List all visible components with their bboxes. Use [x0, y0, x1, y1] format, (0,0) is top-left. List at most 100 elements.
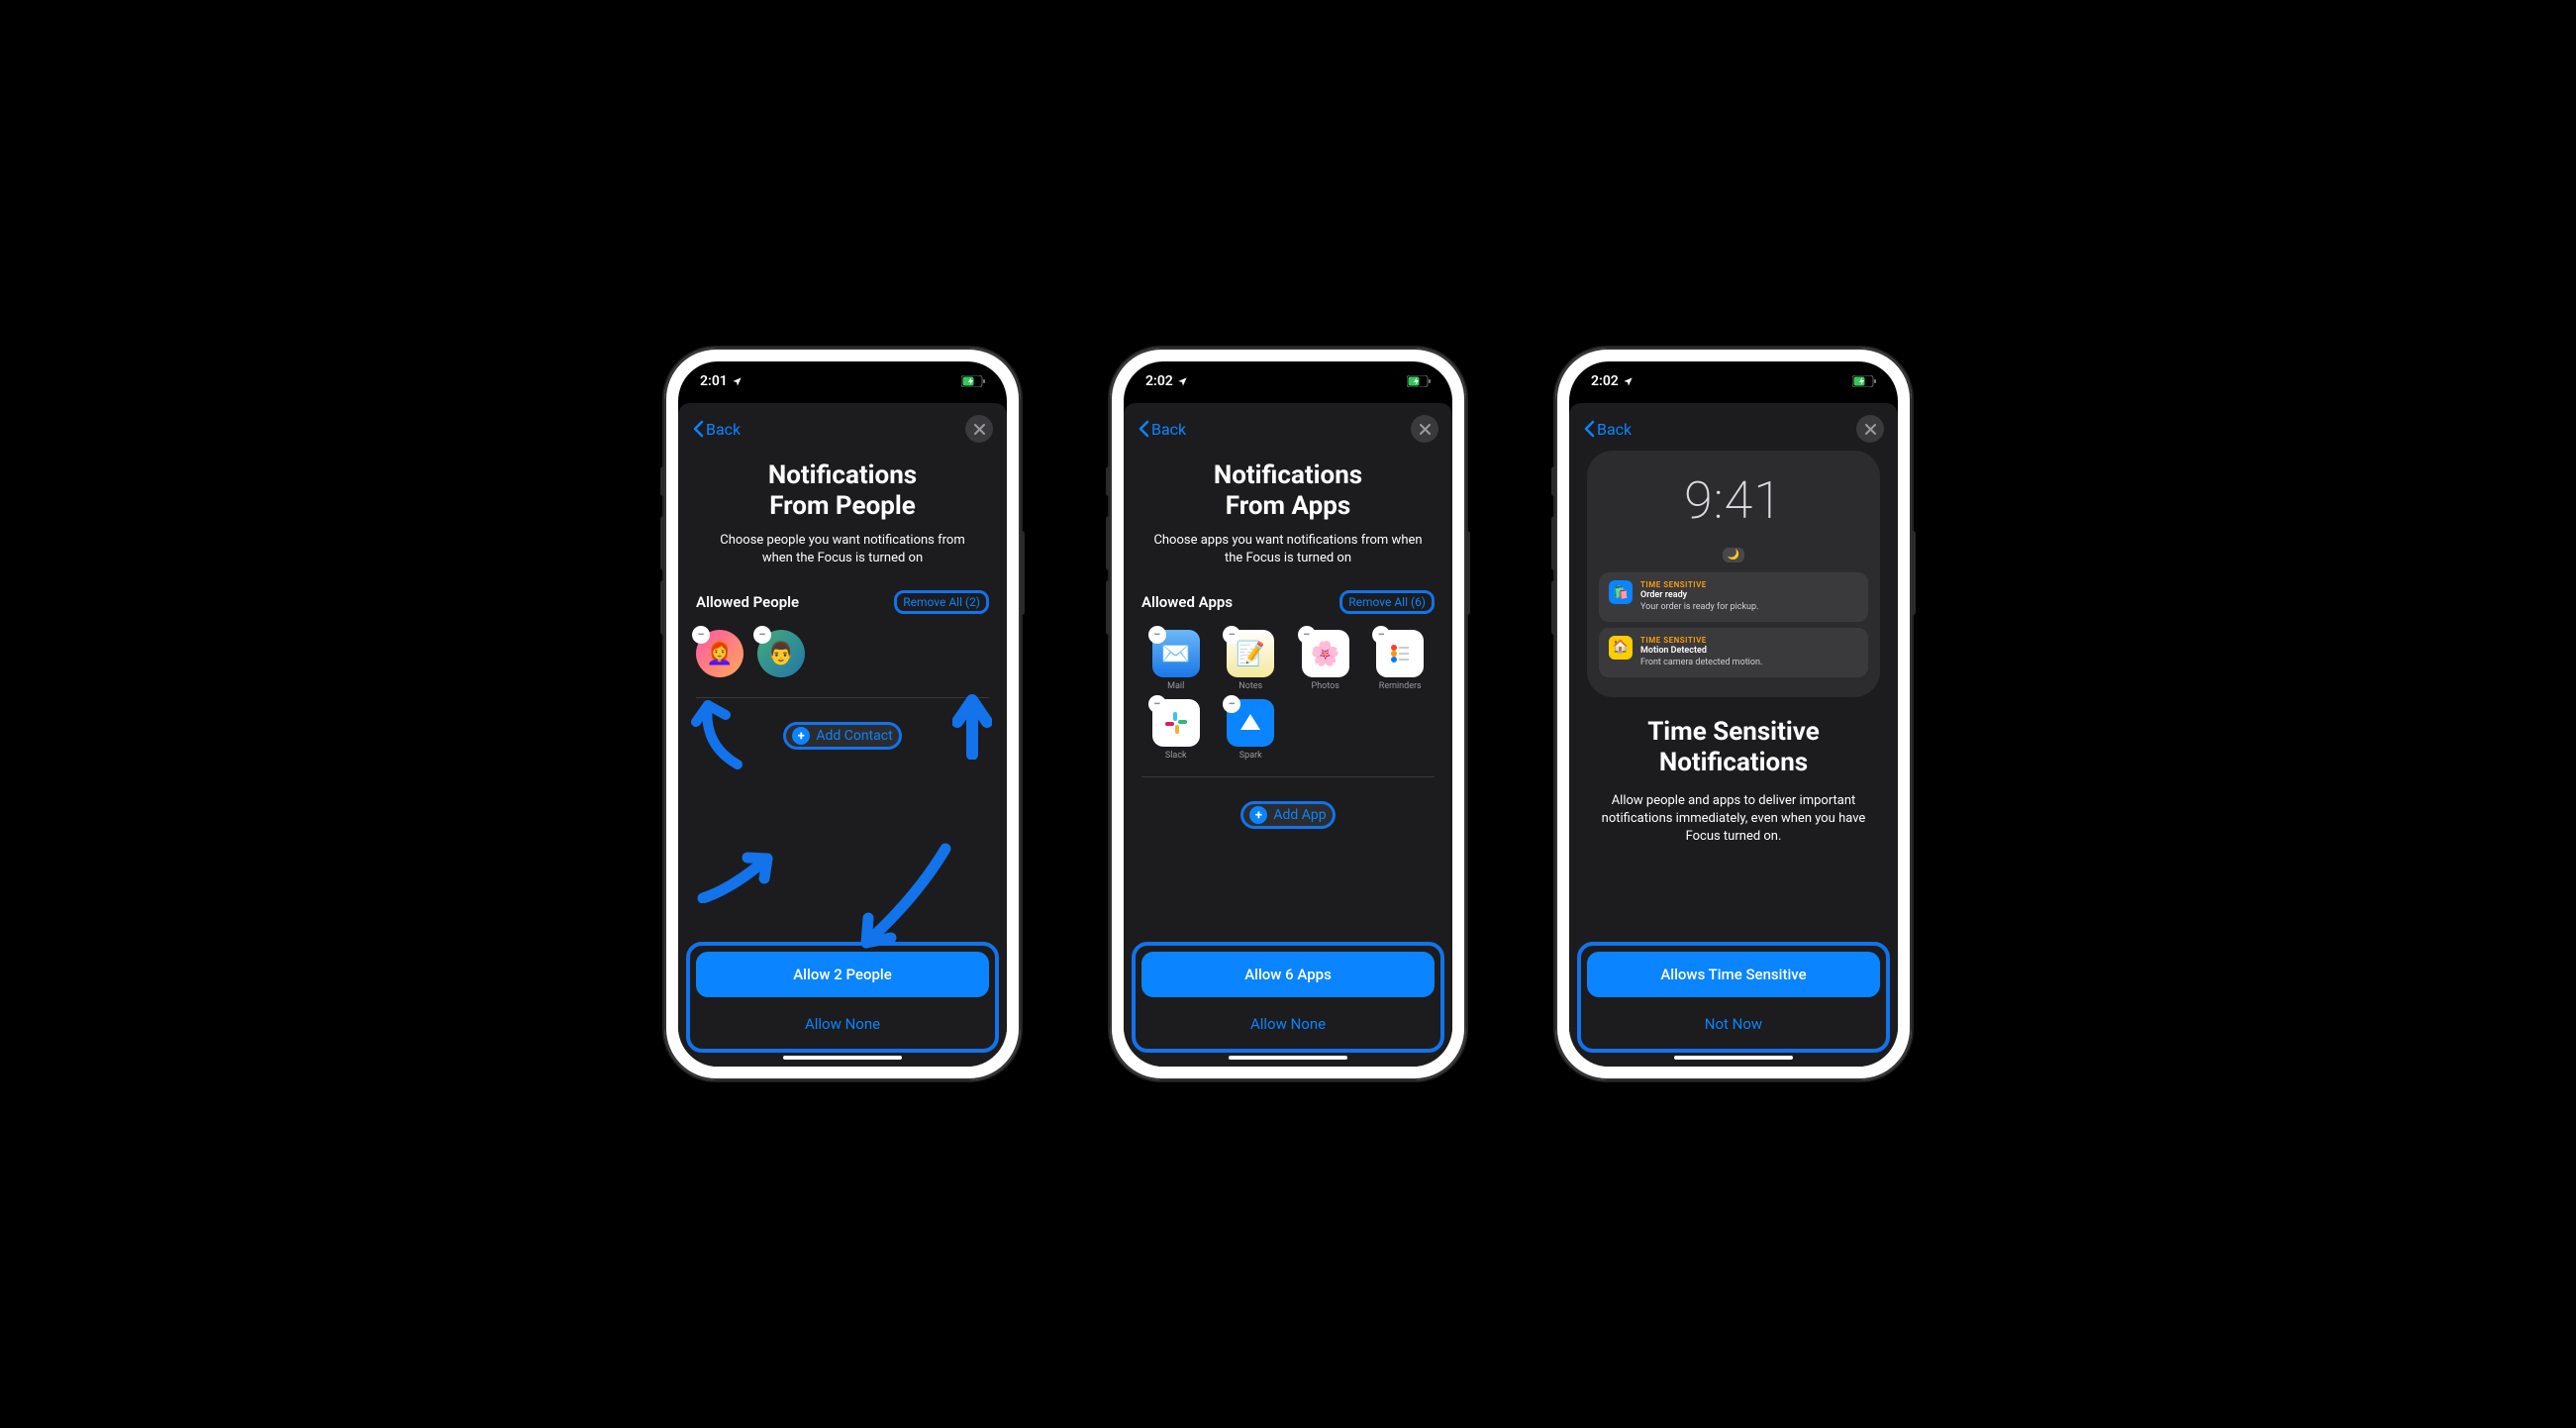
app-label: Spark — [1217, 751, 1286, 761]
chevron-left-icon — [1583, 420, 1595, 438]
battery-icon — [1407, 375, 1431, 387]
noti-text: Your order is ready for pickup. — [1640, 602, 1858, 614]
mail-icon: ✉️− — [1152, 630, 1200, 677]
close-button[interactable] — [1856, 415, 1884, 443]
noti-title: Order ready — [1640, 590, 1858, 602]
screen: 2:02 Back 9:41 — [1569, 361, 1898, 1067]
close-icon — [974, 424, 985, 435]
remove-all-button[interactable]: Remove All (2) — [894, 590, 989, 614]
person-item[interactable]: 👩‍🦰 − — [696, 630, 743, 677]
page-subtitle: Choose people you want notifications fro… — [696, 532, 989, 566]
preview-notification: 🛍️ TIME SENSITIVE Order ready Your order… — [1599, 572, 1868, 622]
focus-pill-icon: 🌙 — [1599, 543, 1868, 562]
allowed-people-grid: 👩‍🦰 − 👨 − — [696, 626, 989, 698]
phone-mockup-timesensitive: 2:02 Back 9:41 — [1555, 348, 1912, 1080]
location-icon — [732, 376, 743, 387]
allow-none-button[interactable]: Allow None — [696, 1005, 989, 1043]
app-label: Mail — [1141, 681, 1211, 691]
app-item-slack[interactable]: − Slack — [1141, 699, 1211, 761]
home-indicator[interactable] — [1229, 1056, 1347, 1060]
app-label: Notes — [1217, 681, 1286, 691]
time-text: 2:02 — [1591, 373, 1619, 389]
noti-title: Motion Detected — [1640, 646, 1858, 658]
preview-notification: 🏠 TIME SENSITIVE Motion Detected Front c… — [1599, 628, 1868, 677]
remove-badge[interactable]: − — [1148, 626, 1166, 644]
home-icon: 🏠 — [1609, 636, 1633, 660]
time-sensitive-title: Time Sensitive Notifications — [1569, 717, 1898, 778]
screen: 2:02 Back Notifications From Apps — [1124, 361, 1452, 1067]
plus-icon: + — [792, 727, 810, 745]
lockscreen-preview: 9:41 🌙 🛍️ TIME SENSITIVE Order ready You… — [1587, 451, 1880, 697]
app-item-notes[interactable]: 📝− Notes — [1217, 630, 1286, 691]
not-now-button[interactable]: Not Now — [1587, 1005, 1880, 1043]
app-item-spark[interactable]: − Spark — [1217, 699, 1286, 761]
add-app-button[interactable]: + Add App — [1240, 801, 1335, 829]
modal-sheet: Back 9:41 🌙 🛍️ TIME SENSITIVE Order read… — [1569, 403, 1898, 1067]
add-contact-label: Add Contact — [816, 728, 892, 744]
time-text: 2:02 — [1145, 373, 1173, 389]
modal-sheet: Back Notifications From People Choose pe… — [678, 403, 1007, 1067]
remove-all-button[interactable]: Remove All (6) — [1339, 590, 1435, 614]
add-contact-button[interactable]: + Add Contact — [783, 722, 901, 750]
person-item[interactable]: 👨 − — [757, 630, 805, 677]
allow-apps-button[interactable]: Allow 6 Apps — [1141, 952, 1435, 997]
allowed-people-label: Allowed People — [696, 593, 799, 611]
back-button[interactable]: Back — [1583, 420, 1632, 439]
add-app-label: Add App — [1273, 807, 1326, 823]
allowed-apps-grid: ✉️− Mail 📝− Notes 🌸− Photos − Reminders — [1141, 626, 1435, 777]
close-icon — [1865, 424, 1876, 435]
notes-icon: 📝− — [1227, 630, 1274, 677]
time-text: 2:01 — [700, 373, 728, 389]
noti-tag: TIME SENSITIVE — [1640, 636, 1858, 646]
location-icon — [1177, 376, 1188, 387]
noti-text: Front camera detected motion. — [1640, 658, 1858, 669]
spark-icon: − — [1227, 699, 1274, 747]
allow-people-button[interactable]: Allow 2 People — [696, 952, 989, 997]
plus-icon: + — [1249, 806, 1267, 824]
allowed-apps-label: Allowed Apps — [1141, 593, 1233, 611]
remove-badge[interactable]: − — [1298, 626, 1316, 644]
home-indicator[interactable] — [783, 1056, 902, 1060]
app-label: Photos — [1291, 681, 1360, 691]
allow-time-sensitive-button[interactable]: Allows Time Sensitive — [1587, 952, 1880, 997]
back-label: Back — [1151, 420, 1186, 439]
app-label: Reminders — [1366, 681, 1436, 691]
close-icon — [1420, 424, 1431, 435]
chevron-left-icon — [692, 420, 704, 438]
status-time: 2:02 — [1591, 373, 1634, 389]
allow-none-button[interactable]: Allow None — [1141, 1005, 1435, 1043]
app-item-mail[interactable]: ✉️− Mail — [1141, 630, 1211, 691]
app-item-photos[interactable]: 🌸− Photos — [1291, 630, 1360, 691]
back-button[interactable]: Back — [692, 420, 741, 439]
phone-mockup-apps: 2:02 Back Notifications From Apps — [1110, 348, 1466, 1080]
close-button[interactable] — [965, 415, 993, 443]
reminders-icon: − — [1376, 630, 1424, 677]
slack-icon: − — [1152, 699, 1200, 747]
home-indicator[interactable] — [1674, 1056, 1793, 1060]
preview-time: 9:41 — [1599, 470, 1868, 531]
status-time: 2:02 — [1145, 373, 1188, 389]
modal-sheet: Back Notifications From Apps Choose apps… — [1124, 403, 1452, 1067]
page-subtitle: Choose apps you want notifications from … — [1141, 532, 1435, 566]
screen: 2:01 Back Notifications From People — [678, 361, 1007, 1067]
back-button[interactable]: Back — [1138, 420, 1186, 439]
app-label: Slack — [1141, 751, 1211, 761]
status-time: 2:01 — [700, 373, 743, 389]
back-label: Back — [706, 420, 741, 439]
chevron-left-icon — [1138, 420, 1149, 438]
notch — [1659, 361, 1808, 387]
remove-badge[interactable]: − — [1223, 626, 1240, 644]
app-item-reminders[interactable]: − Reminders — [1366, 630, 1436, 691]
page-title: Notifications From Apps — [1141, 460, 1435, 522]
close-button[interactable] — [1411, 415, 1438, 443]
photos-icon: 🌸− — [1302, 630, 1349, 677]
battery-icon — [1852, 375, 1876, 387]
location-icon — [1623, 376, 1634, 387]
page-title: Notifications From People — [696, 460, 989, 522]
bag-icon: 🛍️ — [1609, 580, 1633, 604]
notch — [768, 361, 917, 387]
phone-mockup-people: 2:01 Back Notifications From People — [664, 348, 1021, 1080]
time-sensitive-subtitle: Allow people and apps to deliver importa… — [1569, 792, 1898, 847]
back-label: Back — [1597, 420, 1632, 439]
battery-icon — [961, 375, 985, 387]
